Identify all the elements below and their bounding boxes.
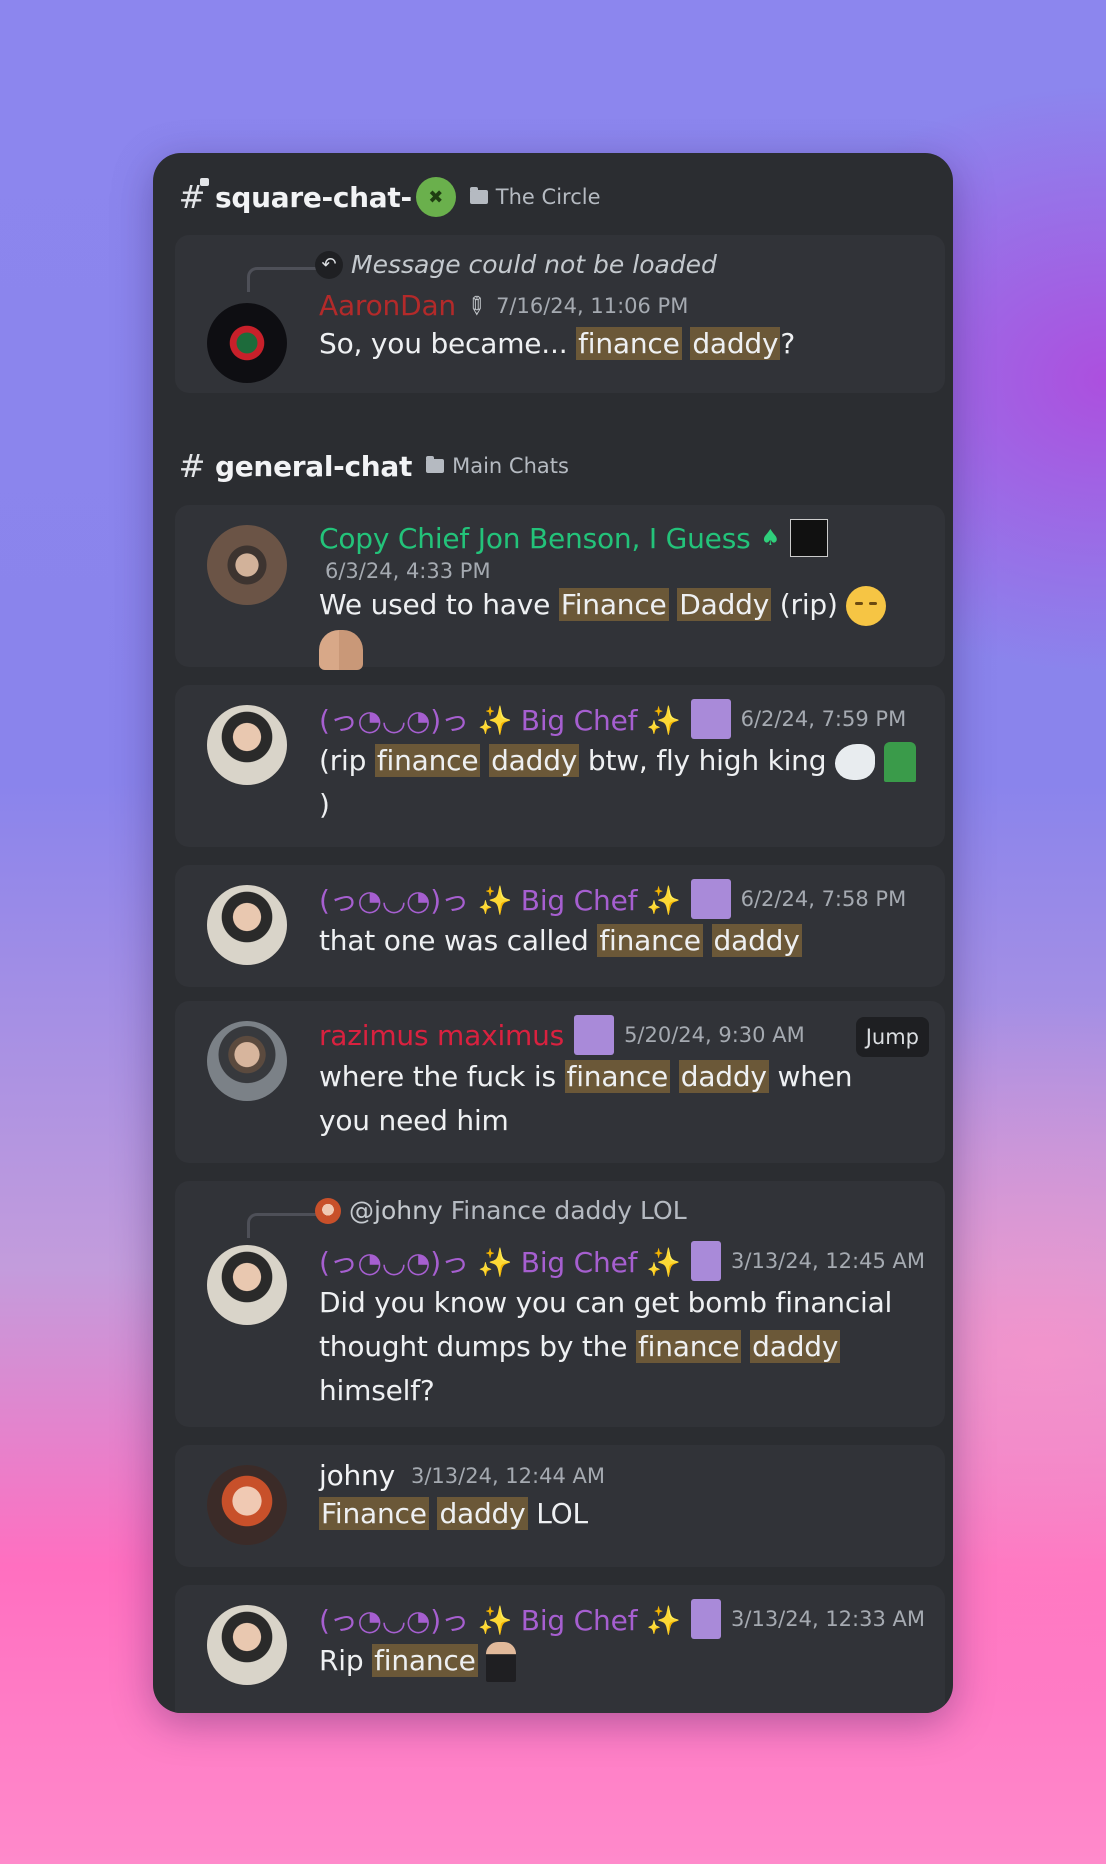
search-results-panel: # square-chat- ✖ The Circle ↶ Message co… [153,153,953,1713]
reply-connector [247,267,316,292]
avatar[interactable] [207,1021,287,1101]
man-in-suit-emoji-icon [486,1642,517,1682]
role-badge-icon [690,879,731,919]
category-name: The Circle [495,185,601,209]
message-text: Did you know you can get bomb financial … [319,1286,893,1407]
reply-text: Finance daddy LOL [450,1196,687,1225]
username[interactable]: johny [319,1459,395,1492]
search-highlight: Finance [319,1497,429,1530]
role-badge-icon [690,699,731,739]
search-highlight: daddy [489,744,580,777]
role-badge-icon [574,1015,615,1055]
folder-icon [469,187,488,204]
message-text: where the fuck is finance daddy when you… [319,1060,853,1137]
message-text: We used to have Finance Daddy (rip) [319,583,925,671]
nauseated-face-emoji-icon: ✖ [415,177,456,217]
microphone-icon: ✎ [458,288,494,323]
timestamp: 3/13/24, 12:45 AM [731,1249,925,1273]
search-highlight: finance [564,1060,671,1093]
avatar[interactable] [207,705,287,785]
timestamp: 3/13/24, 12:44 AM [410,1463,605,1488]
role-badge-icon [690,1599,722,1639]
reply-connector [247,1213,316,1238]
pensive-face-emoji-icon [846,586,887,626]
folded-hands-emoji-icon [319,630,363,670]
message-text: Rip finance [319,1639,925,1683]
search-highlight: daddy [750,1330,841,1363]
reply-arrow-icon: ↶ [315,250,343,279]
channel-header-general-chat[interactable]: # general-chat Main Chats [177,447,569,485]
avatar[interactable] [207,1245,287,1325]
message-text: Finance daddy LOL [319,1497,588,1530]
search-highlight: daddy [678,1060,769,1093]
avatar[interactable] [207,885,287,965]
message-card[interactable]: Jump razimus maximus 5/20/24, 9:30 AM wh… [175,1001,945,1163]
search-highlight: daddy [690,327,781,360]
search-highlight: Finance [558,588,669,621]
search-highlight: finance [576,327,682,360]
reply-preview[interactable]: @johny Finance daddy LOL [315,1196,687,1225]
role-badge-icon [690,1241,722,1281]
reply-avatar [315,1197,341,1224]
avatar[interactable] [207,1605,287,1685]
timestamp: 3/13/24, 12:33 AM [731,1607,925,1631]
search-highlight: finance [372,1644,478,1677]
chair-emoji-icon [883,742,916,782]
username[interactable]: Copy Chief Jon Benson, I Guess [319,522,751,555]
search-highlight: finance [597,924,703,957]
message-card[interactable]: (っ◔◡◔)っ ✨ Big Chef ✨ 6/2/24, 7:59 PM (ri… [175,685,945,847]
timestamp: 6/2/24, 7:58 PM [740,887,907,911]
search-highlight: daddy [711,924,802,957]
message-text: that one was called finance daddy [319,924,802,957]
username[interactable]: (っ◔◡◔)っ ✨ Big Chef ✨ [319,1241,681,1281]
private-channel-icon: # [177,178,209,216]
timestamp: 6/2/24, 7:59 PM [740,707,907,731]
category-name: Main Chats [452,454,569,478]
message-text: (rip finance daddy btw, fly high king ) [319,739,925,827]
message-card[interactable]: johny 3/13/24, 12:44 AM Finance daddy LO… [175,1445,945,1567]
message-card[interactable]: ↶ Message could not be loaded AaronDan ✎… [175,235,945,393]
channel-name: general-chat [215,449,413,483]
funnel-badge-icon [790,519,829,557]
username[interactable]: AaronDan [319,289,456,322]
message-card[interactable]: @johny Finance daddy LOL (っ◔◡◔)っ ✨ Big C… [175,1181,945,1427]
message-card[interactable]: Copy Chief Jon Benson, I Guess ♠ 6/3/24,… [175,505,945,670]
message-text: So, you became... finance daddy? [319,327,796,360]
timestamp: 7/16/24, 11:06 PM [496,293,689,318]
username[interactable]: razimus maximus [319,1019,564,1052]
channel-hash-icon: # [178,447,206,485]
avatar[interactable] [207,525,287,605]
avatar[interactable] [207,1465,287,1545]
reply-username: @johny [349,1196,443,1225]
message-card[interactable]: (っ◔◡◔)っ ✨ Big Chef ✨ 6/2/24, 7:58 PM tha… [175,865,945,987]
avatar[interactable] [207,303,287,383]
search-highlight: Daddy [677,588,772,621]
username[interactable]: (っ◔◡◔)っ ✨ Big Chef ✨ [319,699,681,739]
search-highlight: finance [374,744,481,777]
username[interactable]: (っ◔◡◔)っ ✨ Big Chef ✨ [319,879,681,919]
timestamp: 5/20/24, 9:30 AM [624,1023,805,1047]
channel-header-square-chat[interactable]: # square-chat- ✖ The Circle [177,177,601,217]
reply-preview[interactable]: ↶ Message could not be loaded [315,250,717,279]
message-card[interactable]: (っ◔◡◔)っ ✨ Big Chef ✨ 3/13/24, 12:33 AM R… [175,1585,945,1713]
dove-emoji-icon [835,744,875,780]
channel-name: square-chat- [215,180,412,214]
reply-notice: Message could not be loaded [351,250,717,279]
timestamp: 6/3/24, 4:33 PM [325,559,491,583]
folder-icon [426,456,445,473]
search-highlight: finance [635,1330,742,1363]
search-highlight: daddy [437,1497,528,1530]
spade-icon: ♠ [760,525,781,551]
username[interactable]: (っ◔◡◔)っ ✨ Big Chef ✨ [319,1599,681,1639]
